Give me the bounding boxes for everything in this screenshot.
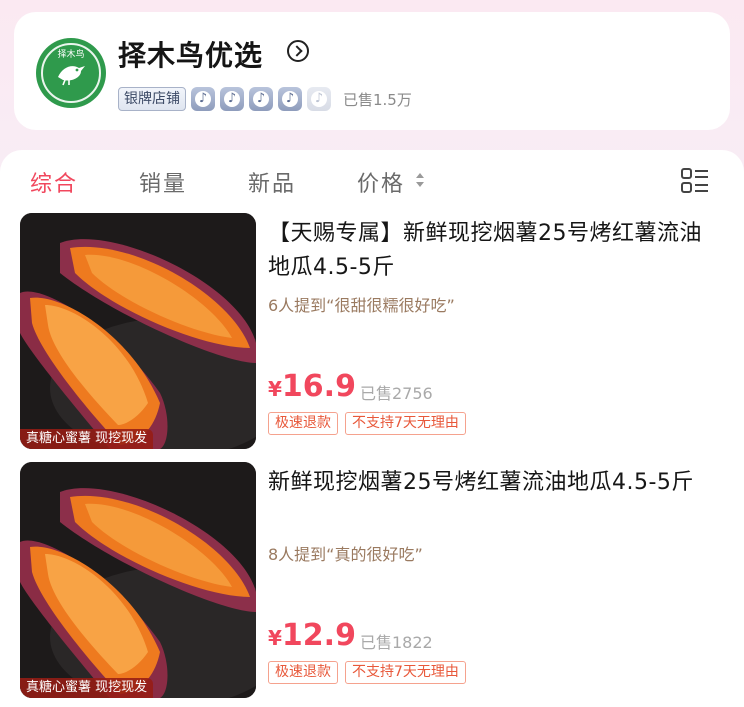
currency-symbol: ¥ [268,626,282,650]
shop-badge-row: 银牌店铺 ♪ ♪ ♪ ♪ ♪ 已售1.5万 [118,86,412,112]
service-tags: 极速退款 不支持7天无理由 [268,412,473,435]
douyin-level-icon-inactive: ♪ [307,87,331,111]
sort-bar: 综合 销量 新品 价格 [0,150,744,212]
product-price: ¥16.9 [268,369,356,404]
review-highlight: 8人提到“真的很好吃” [268,545,423,564]
tab-comprehensive[interactable]: 综合 [30,166,78,198]
tab-sales[interactable]: 销量 [139,166,187,198]
product-title[interactable]: 新鲜现挖烟薯25号烤红薯流油地瓜4.5-5斤 [268,466,718,500]
douyin-level-icon: ♪ [191,87,215,111]
silver-shop-badge: 银牌店铺 [118,87,186,111]
product-price: ¥12.9 [268,618,356,653]
sweet-potato-photo [20,213,256,449]
service-tag: 不支持7天无理由 [345,412,466,435]
product-image[interactable]: 真糖心蜜薯 现挖现发 [20,213,256,449]
currency-symbol: ¥ [268,377,282,401]
product-title[interactable]: 【天赐专属】新鲜现挖烟薯25号烤红薯流油地瓜4.5-5斤 [268,217,718,285]
service-tags: 极速退款 不支持7天无理由 [268,661,473,684]
shop-sold-total: 已售1.5万 [343,90,412,109]
chevron-right-icon[interactable] [287,40,309,62]
svg-text:择木鸟: 择木鸟 [57,48,84,60]
service-tag: 极速退款 [268,412,338,435]
service-tag: 极速退款 [268,661,338,684]
sold-count: 已售1822 [360,633,433,652]
tab-price[interactable]: 价格 [357,166,405,198]
price-value: 16.9 [281,369,356,404]
review-highlight: 6人提到“很甜很糯很好吃” [268,296,455,315]
sort-caret-icon[interactable] [415,173,425,189]
product-image[interactable]: 真糖心蜜薯 现挖现发 [20,462,256,698]
price-value: 12.9 [281,618,356,653]
service-tag: 不支持7天无理由 [345,661,466,684]
product-list-panel: 综合 销量 新品 价格 真糖心蜜薯 现挖现发 【天赐专属】新鲜现挖烟薯25号烤红… [0,150,744,707]
sold-count: 已售2756 [360,384,433,403]
douyin-level-icon: ♪ [249,87,273,111]
tab-new[interactable]: 新品 [248,166,296,198]
sweet-potato-photo [20,462,256,698]
image-promo-label: 真糖心蜜薯 现挖现发 [20,678,154,698]
douyin-level-icon: ♪ [278,87,302,111]
list-layout-icon[interactable] [681,168,709,194]
image-promo-label: 真糖心蜜薯 现挖现发 [20,429,154,449]
shop-logo[interactable]: 择木鸟 [36,38,106,108]
product-card[interactable]: 真糖心蜜薯 现挖现发 【天赐专属】新鲜现挖烟薯25号烤红薯流油地瓜4.5-5斤 … [0,213,744,449]
product-card[interactable]: 真糖心蜜薯 现挖现发 新鲜现挖烟薯25号烤红薯流油地瓜4.5-5斤 8人提到“真… [0,462,744,698]
shop-header-card[interactable]: 择木鸟 择木鸟优选 银牌店铺 ♪ ♪ ♪ ♪ ♪ 已售1.5万 [14,12,730,130]
logo-text-ring: 择木鸟 [57,48,84,60]
shop-name[interactable]: 择木鸟优选 [118,34,263,74]
douyin-level-icon: ♪ [220,87,244,111]
